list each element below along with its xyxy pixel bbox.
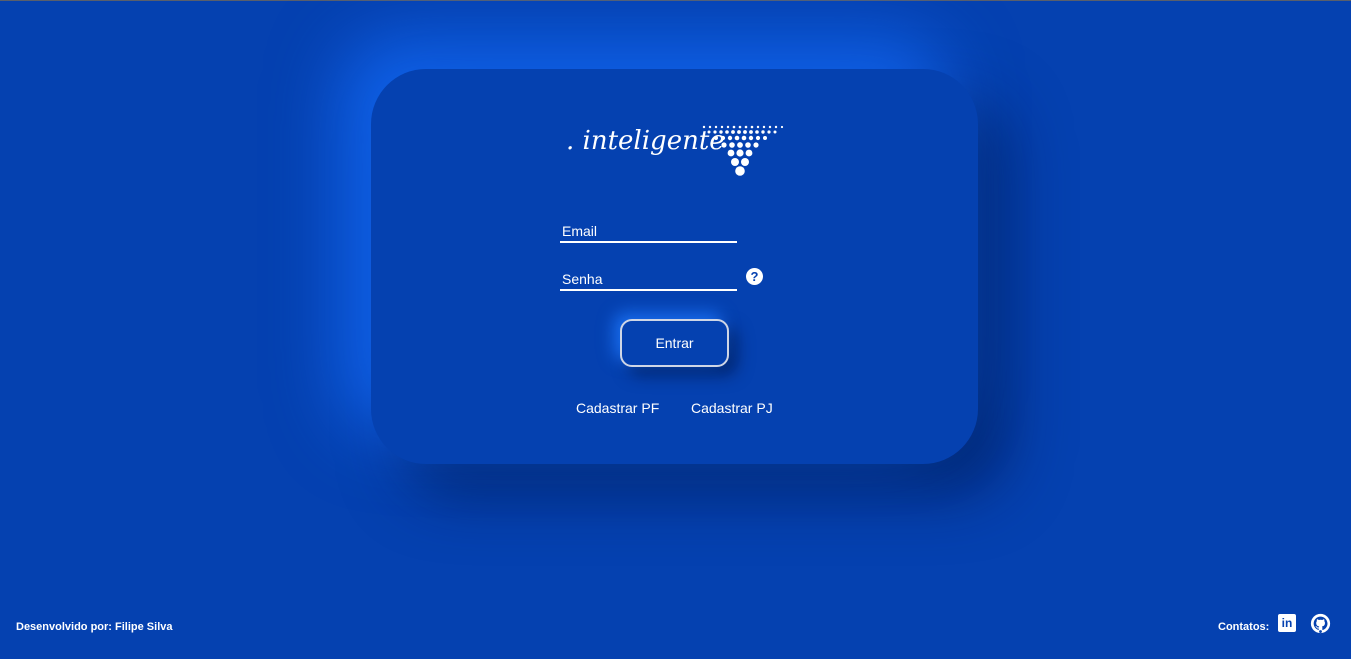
- top-border-line: [0, 0, 1351, 1]
- question-icon[interactable]: ?: [746, 268, 763, 285]
- github-icon[interactable]: [1310, 613, 1331, 634]
- login-button[interactable]: Entrar: [620, 319, 729, 367]
- linkedin-icon[interactable]: in: [1278, 614, 1296, 632]
- contacts-label: Contatos:: [1218, 621, 1270, 633]
- brand-logo: . inteligente: [566, 122, 786, 178]
- email-field-wrapper: [560, 221, 737, 243]
- password-field-wrapper: [560, 269, 737, 291]
- password-input[interactable]: [560, 269, 737, 289]
- register-pf-link[interactable]: Cadastrar PF: [576, 400, 659, 416]
- developer-credit: Desenvolvido por: Filipe Silva: [16, 621, 173, 633]
- dotted-triangle-logo-icon: [702, 125, 784, 176]
- register-pj-link[interactable]: Cadastrar PJ: [691, 400, 773, 416]
- email-input[interactable]: [560, 221, 737, 241]
